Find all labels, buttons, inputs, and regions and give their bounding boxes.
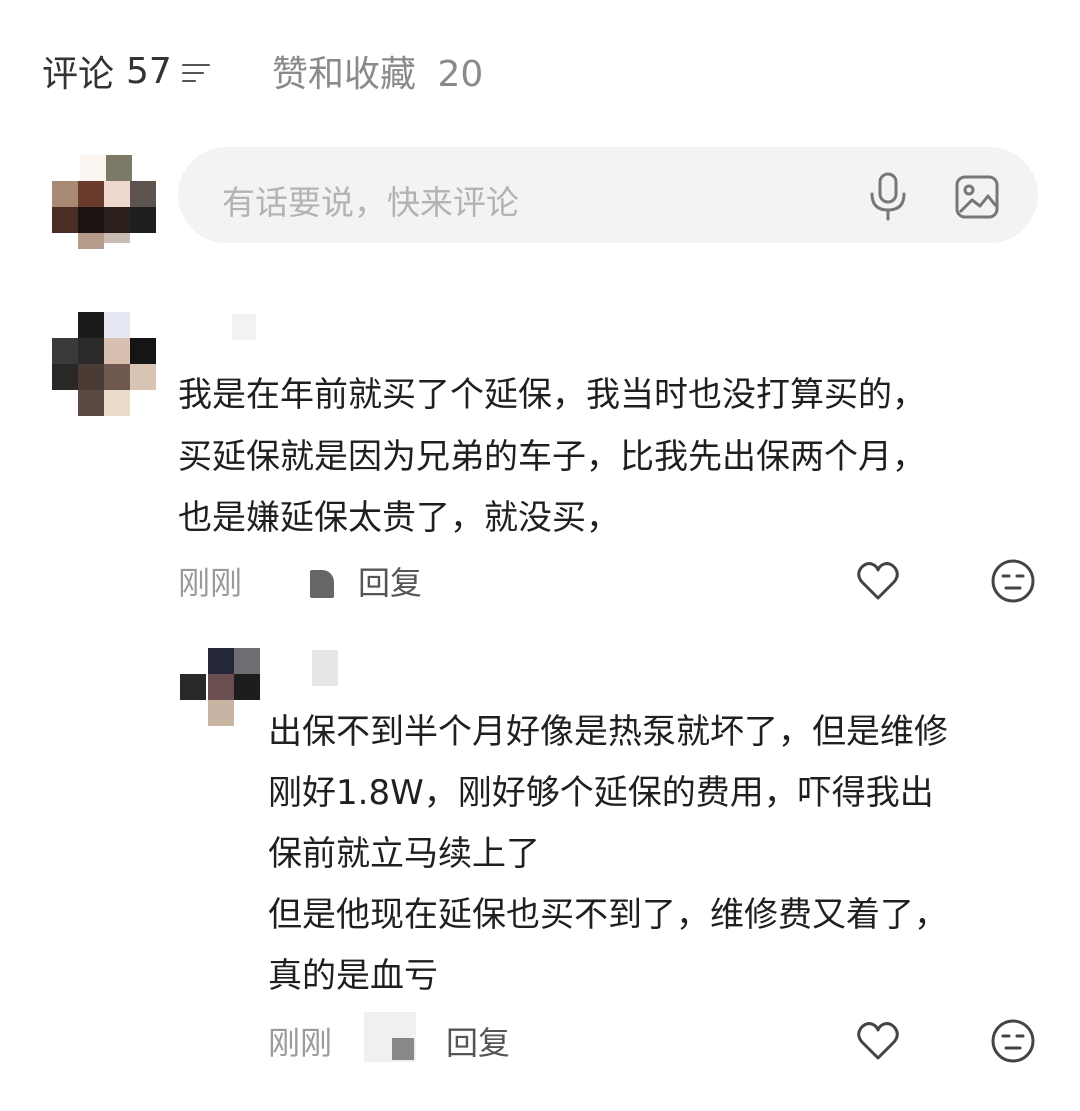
comment-time: 刚刚 xyxy=(178,564,243,602)
location-redacted xyxy=(392,1038,414,1060)
comment-line: 也是嫌延保太贵了，就没买， xyxy=(178,498,620,538)
tab-likes-label: 赞和收藏 xyxy=(272,54,417,95)
reply-line: 但是他现在延保也买不到了，维修费又着了， xyxy=(268,895,948,935)
reply-line: 保前就立马续上了 xyxy=(268,834,540,874)
comment-line: 我是在年前就买了个延保，我当时也没打算买的， xyxy=(178,375,926,415)
tab-comments-count: 57 xyxy=(126,50,172,92)
microphone-icon[interactable] xyxy=(866,172,910,222)
reply-time: 刚刚 xyxy=(268,1024,333,1062)
heart-icon[interactable] xyxy=(855,1018,901,1064)
tab-likes-and-favorites[interactable]: 赞和收藏 20 xyxy=(272,45,483,97)
tab-likes-count: 20 xyxy=(437,54,484,95)
tab-comments-label: 评论 xyxy=(42,54,115,95)
reply-line: 刚好1.8W，刚好够个延保的费用，吓得我出 xyxy=(268,773,934,813)
reply-line: 真的是血亏 xyxy=(268,956,438,996)
replier-name-redacted xyxy=(312,650,338,686)
sort-icon[interactable] xyxy=(181,61,212,85)
reply-line: 出保不到半个月好像是热泵就坏了，但是维修 xyxy=(268,712,948,752)
comment-input-placeholder: 有话要说，快来评论 xyxy=(222,183,519,222)
comment-item: 我是在年前就买了个延保，我当时也没打算买的， 买延保就是因为兄弟的车子，比我先出… xyxy=(0,300,1080,610)
image-icon[interactable] xyxy=(954,174,1000,220)
neutral-face-icon[interactable] xyxy=(990,558,1036,604)
reply-item: 出保不到半个月好像是热泵就坏了，但是维修 刚好1.8W，刚好够个延保的费用，吓得… xyxy=(0,640,1080,1080)
avatar-replier[interactable] xyxy=(180,648,264,728)
avatar-commenter[interactable] xyxy=(48,312,158,416)
commenter-name-redacted xyxy=(232,314,256,340)
tab-comments[interactable]: 评论 57 xyxy=(42,45,212,97)
avatar-current-user[interactable] xyxy=(52,147,156,251)
reply-button[interactable]: 回复 xyxy=(446,1018,510,1064)
heart-icon[interactable] xyxy=(855,558,901,604)
reply-button[interactable]: 回复 xyxy=(358,558,422,604)
location-redacted xyxy=(310,570,334,598)
comment-line: 买延保就是因为兄弟的车子，比我先出保两个月， xyxy=(178,437,926,477)
neutral-face-icon[interactable] xyxy=(990,1018,1036,1064)
